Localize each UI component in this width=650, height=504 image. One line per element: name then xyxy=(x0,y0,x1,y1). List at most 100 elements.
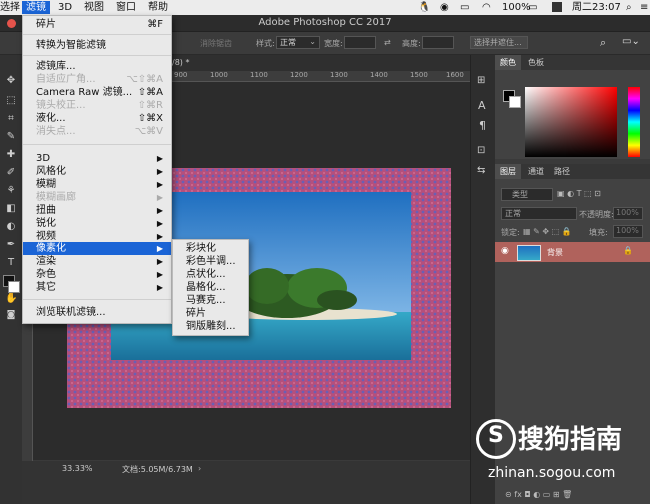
tab-color[interactable]: 颜色 xyxy=(495,55,521,70)
style-select[interactable]: 正常 ⌄ xyxy=(276,36,320,49)
menu-item-liquify[interactable]: 液化... ⇧⌘X xyxy=(23,112,171,125)
qq-icon[interactable]: 🐧 xyxy=(418,1,430,14)
fill-input[interactable]: 100% xyxy=(613,225,643,238)
layer-name[interactable]: 背景 xyxy=(547,247,563,258)
menu-item-sharpen[interactable]: 锐化 ▶ xyxy=(23,217,171,230)
submenu-item-crystallize[interactable]: 晶格化... xyxy=(173,281,248,294)
move-tool-icon[interactable]: ✥ xyxy=(5,75,17,87)
submenu-item-color-halftone[interactable]: 彩色半调... xyxy=(173,255,248,268)
wifi-icon[interactable]: ◠ xyxy=(482,1,491,14)
menu-item-blur-gallery: 模糊画廊 ▶ xyxy=(36,192,163,203)
layer-filter-select[interactable]: 类型 xyxy=(501,188,553,201)
submenu-item-mezzotint[interactable]: 铜版雕刻... xyxy=(173,320,248,333)
submenu-item-pointillize[interactable]: 点状化... xyxy=(173,268,248,281)
tab-channels[interactable]: 通道 xyxy=(523,164,549,179)
menu-item-filter-gallery[interactable]: 滤镜库... xyxy=(23,60,171,73)
clone-tool-icon[interactable]: ⚘ xyxy=(5,185,17,197)
menu-item-convert-smart-filter[interactable]: 转换为智能滤镜 xyxy=(23,39,171,52)
text-tool-icon[interactable]: T xyxy=(5,257,17,269)
layer-thumbnail xyxy=(517,245,541,261)
eyedropper-tool-icon[interactable]: ✎ xyxy=(5,131,17,143)
search-icon[interactable]: ⌕ xyxy=(600,36,606,50)
battery-icon[interactable]: ▭ xyxy=(528,1,537,14)
style-label: 样式: xyxy=(256,39,275,48)
list-icon[interactable]: ≡ xyxy=(640,1,648,14)
paragraph-icon[interactable]: ¶ xyxy=(479,119,486,132)
document-tab[interactable]: /8) * xyxy=(172,58,189,67)
character-icon[interactable]: A xyxy=(478,99,486,112)
watermark-url: zhinan.sogou.com xyxy=(488,465,616,481)
tab-layers[interactable]: 图层 xyxy=(495,164,521,179)
menu-item-browse-filters-online[interactable]: 浏览联机滤镜... xyxy=(23,306,171,319)
airplay-icon[interactable]: ▭ xyxy=(460,1,469,14)
menu-3d[interactable]: 3D xyxy=(54,1,76,14)
menu-item-pixelate[interactable]: 像素化 ▶ xyxy=(23,242,171,255)
spotlight-icon[interactable]: ⌕ xyxy=(626,1,632,14)
sync-icon[interactable]: ◉ xyxy=(440,1,449,14)
width-input[interactable] xyxy=(344,36,376,49)
blend-mode-select[interactable]: 正常 xyxy=(501,207,577,220)
menu-item-other[interactable]: 其它 ▶ xyxy=(23,281,171,294)
eraser-tool-icon[interactable]: ◧ xyxy=(5,203,17,215)
tab-swatches[interactable]: 色板 xyxy=(523,55,549,70)
tab-paths[interactable]: 路径 xyxy=(549,164,575,179)
submenu-item-mosaic[interactable]: 马赛克... xyxy=(173,294,248,307)
clock[interactable]: 周二23:07 xyxy=(572,1,621,14)
healing-tool-icon[interactable]: ✚ xyxy=(5,149,17,161)
ruler-mark: 1400 xyxy=(370,71,388,79)
quick-mask-icon[interactable]: ◙ xyxy=(5,309,17,321)
brush-tool-icon[interactable]: ✐ xyxy=(5,167,17,179)
pixelate-submenu: 彩块化 彩色半调... 点状化... 晶格化... 马赛克... 碎片 铜版雕刻… xyxy=(172,239,249,336)
lock-icons[interactable]: ▦ ✎ ✥ ⬚ 🔒 xyxy=(523,227,572,236)
menu-item-last-filter[interactable]: 碎片 ⌘F xyxy=(23,18,171,31)
menu-item-noise[interactable]: 杂色 ▶ xyxy=(23,268,171,281)
color-picker-field[interactable] xyxy=(525,87,617,157)
menu-item-3d[interactable]: 3D ▶ xyxy=(23,152,171,165)
ruler-mark: 1600 xyxy=(446,71,464,79)
select-and-mask-button[interactable]: 选择并遮住... xyxy=(470,36,528,49)
menu-help[interactable]: 帮助 xyxy=(144,1,172,14)
swap-icon[interactable]: ⇄ xyxy=(384,38,391,47)
chevron-right-icon: ▶ xyxy=(156,167,163,176)
menu-item-blur[interactable]: 模糊 ▶ xyxy=(23,178,171,191)
adjust-icon[interactable]: ⇆ xyxy=(477,165,485,176)
eye-icon[interactable]: ◉ xyxy=(501,246,509,256)
sogou-watermark: S 搜狗指南 zhinan.sogou.com xyxy=(468,415,650,490)
menu-item-distort[interactable]: 扭曲 ▶ xyxy=(23,204,171,217)
layer-actions-icons[interactable]: ⊝ fx ◘ ◐ ▭ ⊞ 🗑 xyxy=(505,490,572,499)
menu-filter[interactable]: 滤镜 xyxy=(22,1,50,14)
menu-item-stylize[interactable]: 风格化 ▶ xyxy=(23,165,171,178)
menu-item-render[interactable]: 渲染 ▶ xyxy=(23,255,171,268)
status-arrow-icon[interactable]: › xyxy=(198,464,201,473)
opacity-input[interactable]: 100% xyxy=(613,207,643,220)
properties-icon[interactable]: ⊡ xyxy=(477,145,485,156)
menu-select[interactable]: 选择 xyxy=(0,1,24,14)
pen-tool-icon[interactable]: ✒ xyxy=(5,239,17,251)
workspace-icon[interactable]: ▭⌄ xyxy=(622,36,640,47)
history-icon[interactable]: ⊞ xyxy=(477,75,485,86)
background-color-swatch[interactable] xyxy=(509,96,521,108)
chevron-right-icon: ▶ xyxy=(156,206,163,215)
input-method-icon[interactable] xyxy=(552,2,562,12)
zoom-level[interactable]: 33.33% xyxy=(62,464,93,473)
hand-tool-icon[interactable]: ✋ xyxy=(5,293,17,305)
menu-item-vanishing-point: 消失点... ⌥⌘V xyxy=(36,126,163,137)
hue-slider[interactable] xyxy=(628,87,640,157)
fill-value: 100% xyxy=(616,226,639,235)
filter-icons[interactable]: ▣ ◐ T ⬚ ⊡ xyxy=(557,189,601,198)
gradient-tool-icon[interactable]: ◐ xyxy=(5,221,17,233)
background-color-swatch[interactable] xyxy=(8,281,20,293)
submenu-item-facet[interactable]: 彩块化 xyxy=(173,242,248,255)
menu-view[interactable]: 视图 xyxy=(80,1,108,14)
marquee-tool-icon[interactable]: ⬚ xyxy=(5,95,17,107)
chevron-down-icon: ⌄ xyxy=(309,37,316,46)
submenu-item-fragment[interactable]: 碎片 xyxy=(173,307,248,320)
crop-tool-icon[interactable]: ⌗ xyxy=(5,113,17,125)
ruler-mark: 1300 xyxy=(330,71,348,79)
antialias-checkbox-label[interactable]: 消除锯齿 xyxy=(200,38,232,49)
menu-window[interactable]: 窗口 xyxy=(112,1,140,14)
layer-row-background[interactable]: ◉ 背景 🔒 xyxy=(495,242,650,262)
height-input[interactable] xyxy=(422,36,454,49)
width-label: 宽度: xyxy=(324,39,343,48)
menu-item-camera-raw[interactable]: Camera Raw 滤镜... ⇧⌘A xyxy=(23,86,171,99)
